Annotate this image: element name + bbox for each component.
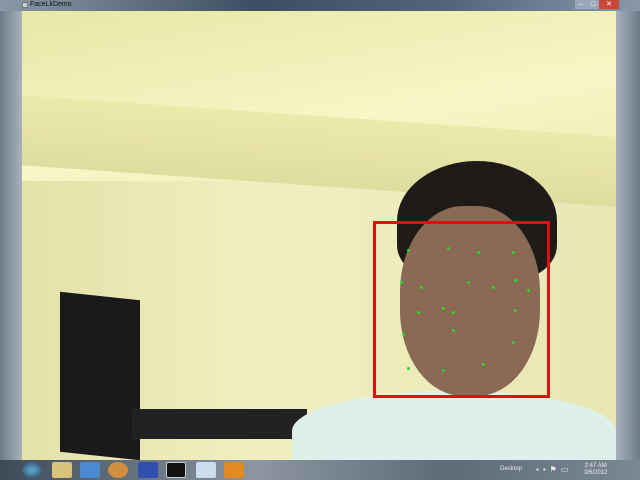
clock[interactable]: 2:47 AM 3/6/2012 xyxy=(584,463,607,477)
landmark-dot xyxy=(452,311,455,314)
window-frame-right xyxy=(616,11,640,461)
landmark-dot xyxy=(492,286,495,289)
taskbar-app-explorer[interactable] xyxy=(52,462,72,478)
clock-date: 3/6/2012 xyxy=(584,470,608,476)
taskbar-app-cmd[interactable] xyxy=(166,462,186,478)
maximize-button[interactable]: □ xyxy=(587,0,599,9)
landmark-dot xyxy=(407,249,410,252)
window-title: FaceLkDemo xyxy=(30,1,72,8)
close-button[interactable]: ✕ xyxy=(599,0,619,9)
landmark-dot xyxy=(512,251,515,254)
clock-time: 2:47 AM xyxy=(584,463,607,469)
landmark-dot xyxy=(447,247,450,250)
desktop-toolbar-label[interactable]: Desktop xyxy=(500,466,522,472)
monitor xyxy=(60,291,140,460)
landmark-dot xyxy=(442,307,445,310)
landmark-dot xyxy=(420,286,423,289)
keyboard xyxy=(132,409,307,439)
landmark-dot xyxy=(407,367,410,370)
window-frame-left xyxy=(0,11,22,461)
landmark-dot xyxy=(417,311,420,314)
landmark-dot xyxy=(452,329,455,332)
app-icon xyxy=(22,2,28,8)
system-tray-icons[interactable]: ▪▪⚑▭ xyxy=(536,465,572,474)
landmark-dot xyxy=(482,363,485,366)
webcam-view xyxy=(22,11,616,460)
landmark-dot xyxy=(402,333,405,336)
landmark-dot xyxy=(442,369,445,372)
taskbar-app-network[interactable] xyxy=(138,462,158,478)
landmark-dot xyxy=(514,279,517,282)
taskbar-app-media-player[interactable] xyxy=(108,462,128,478)
face-detection-box xyxy=(373,221,550,398)
minimize-button[interactable]: – xyxy=(575,0,587,9)
landmark-dot xyxy=(467,281,470,284)
landmark-dot xyxy=(477,251,480,254)
taskbar-app-vlc[interactable] xyxy=(224,462,244,478)
landmark-dot xyxy=(514,309,517,312)
landmark-dot xyxy=(512,341,515,344)
landmark-dot xyxy=(527,289,530,292)
taskbar-app-ie[interactable] xyxy=(80,462,100,478)
landmark-dot xyxy=(400,281,403,284)
title-bar[interactable]: FaceLkDemo – □ ✕ xyxy=(0,0,640,11)
start-button[interactable] xyxy=(22,462,42,478)
taskbar-app-notepad[interactable] xyxy=(196,462,216,478)
taskbar: Desktop ▪▪⚑▭ 2:47 AM 3/6/2012 xyxy=(0,460,640,480)
